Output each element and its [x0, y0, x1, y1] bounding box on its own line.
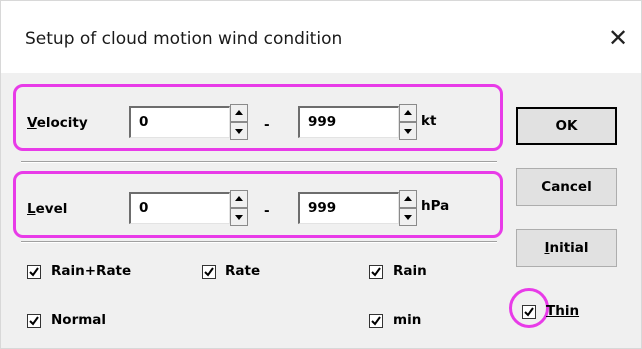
rain-rate-checkbox[interactable] [27, 265, 41, 279]
velocity-min-input[interactable]: 0 [129, 106, 230, 138]
velocity-range-dash: - [264, 117, 270, 133]
window-title: Setup of cloud motion wind condition [25, 29, 343, 49]
level-unit: hPa [421, 198, 450, 214]
velocity-max-input[interactable]: 999 [298, 106, 399, 138]
cancel-button[interactable]: Cancel [516, 168, 617, 206]
level-label: Level [27, 201, 68, 217]
spin-up-icon[interactable] [399, 104, 417, 122]
spin-down-icon[interactable] [230, 208, 248, 226]
level-max-spinner[interactable] [399, 190, 417, 226]
level-range-dash: - [264, 203, 270, 219]
spin-down-icon[interactable] [399, 208, 417, 226]
rate-checkbox[interactable] [202, 265, 216, 279]
dialog-window: Setup of cloud motion wind condition ✕ V… [0, 0, 642, 349]
min-checkbox[interactable] [369, 314, 383, 328]
rain-label: Rain [393, 263, 427, 279]
level-min-spinner[interactable] [230, 190, 248, 226]
ok-button[interactable]: OK [516, 107, 617, 145]
thin-checkbox[interactable] [522, 305, 536, 319]
initial-button[interactable]: Initial [516, 229, 617, 267]
min-label: min [393, 312, 422, 328]
rain-checkbox[interactable] [369, 265, 383, 279]
rain-rate-label: Rain+Rate [51, 263, 132, 279]
velocity-min-spinner[interactable] [230, 104, 248, 140]
level-min-input[interactable]: 0 [129, 192, 230, 224]
spin-down-icon[interactable] [230, 122, 248, 140]
spin-down-icon[interactable] [399, 122, 417, 140]
separator [21, 161, 497, 163]
normal-label: Normal [51, 312, 107, 328]
spin-up-icon[interactable] [230, 190, 248, 208]
normal-checkbox[interactable] [27, 314, 41, 328]
close-icon[interactable]: ✕ [605, 25, 631, 51]
velocity-label: Velocity [27, 115, 88, 131]
title-bar: Setup of cloud motion wind condition ✕ [1, 1, 641, 73]
velocity-unit: kt [421, 113, 437, 129]
thin-label: Thin [546, 303, 580, 319]
rate-label: Rate [225, 263, 261, 279]
velocity-max-spinner[interactable] [399, 104, 417, 140]
separator [21, 241, 497, 243]
level-max-input[interactable]: 999 [298, 192, 399, 224]
spin-up-icon[interactable] [230, 104, 248, 122]
spin-up-icon[interactable] [399, 190, 417, 208]
